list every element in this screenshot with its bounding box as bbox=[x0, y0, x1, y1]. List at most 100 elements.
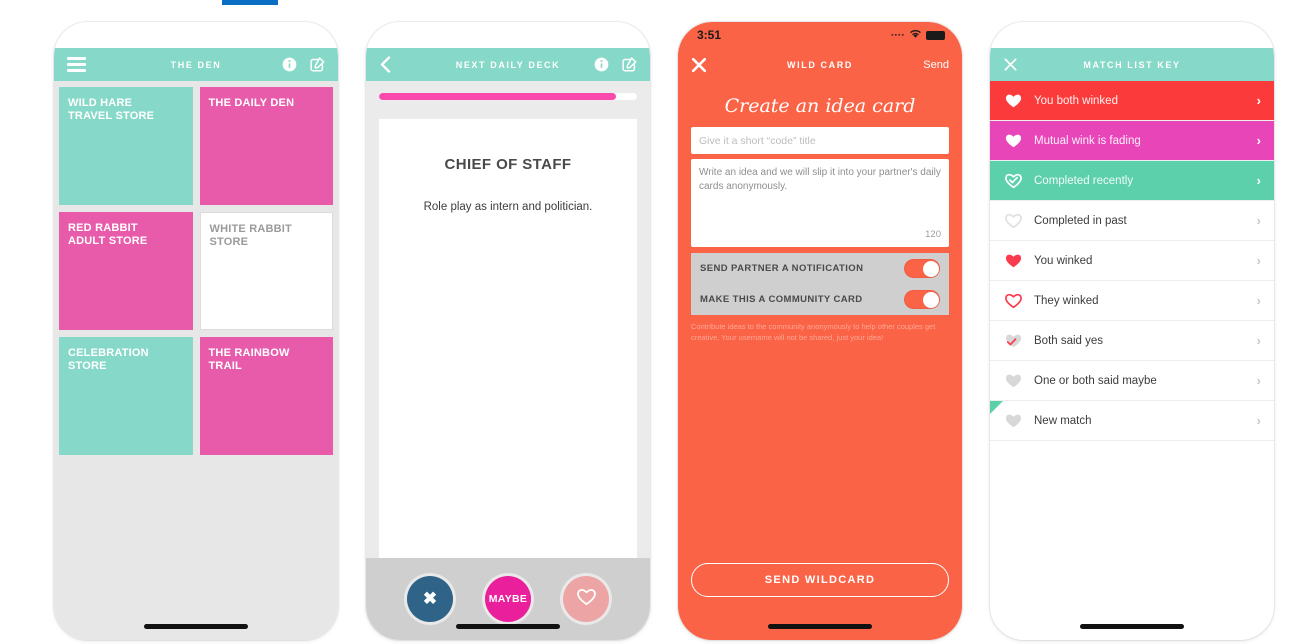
toggle-knob bbox=[922, 260, 939, 277]
idea-card-title: CHIEF OF STAFF bbox=[444, 156, 572, 173]
screen-matchkey: MATCH LIST KEY You both winked › Mutual wi… bbox=[990, 22, 1274, 640]
idea-textarea[interactable]: Write an idea and we will slip it into y… bbox=[691, 159, 949, 247]
match-key-label: New match bbox=[1034, 414, 1092, 427]
community-fineprint: Contribute ideas to the community anonym… bbox=[691, 322, 936, 342]
notification-toggle-switch[interactable] bbox=[904, 259, 940, 278]
character-counter: 120 bbox=[925, 229, 941, 241]
top-blue-indicator-bar bbox=[222, 0, 278, 5]
match-key-row[interactable]: Completed recently › bbox=[990, 161, 1274, 201]
store-tile[interactable]: THE DAILY DEN bbox=[199, 87, 333, 205]
wildcard-toggle-group: SEND PARTNER A NOTIFICATION MAKE THIS A … bbox=[691, 253, 949, 315]
chevron-right-icon[interactable]: › bbox=[1257, 413, 1261, 428]
match-key-label: Completed recently bbox=[1034, 174, 1134, 187]
store-tile[interactable]: THE RAINBOW TRAIL bbox=[199, 337, 333, 455]
yes-button[interactable] bbox=[563, 576, 609, 622]
store-tile[interactable]: RED RABBIT ADULT STORE bbox=[59, 212, 193, 330]
toggle-row-community[interactable]: MAKE THIS A COMMUNITY CARD bbox=[691, 284, 949, 315]
store-tile-label: RED RABBIT ADULT STORE bbox=[68, 222, 148, 247]
maybe-button[interactable]: MAYBE bbox=[485, 576, 531, 622]
home-indicator bbox=[1080, 624, 1184, 629]
store-tile-label: THE RAINBOW TRAIL bbox=[208, 347, 290, 372]
close-x-icon[interactable] bbox=[691, 57, 707, 73]
navbar-left-wildcard bbox=[691, 57, 707, 73]
back-chevron-icon[interactable] bbox=[379, 56, 392, 73]
store-tile-label: WHITE RABBIT STORE bbox=[209, 223, 292, 248]
match-key-label: You winked bbox=[1034, 254, 1093, 267]
status-bar-wildcard: 3:51 ▪▪▪▪ bbox=[678, 22, 962, 48]
maybe-label: MAYBE bbox=[488, 593, 528, 605]
navbar-right-wildcard: Send bbox=[923, 59, 949, 71]
heart-outline-icon bbox=[1004, 292, 1034, 309]
store-tile[interactable]: WHITE RABBIT STORE bbox=[199, 212, 333, 330]
chevron-right-icon[interactable]: › bbox=[1257, 173, 1261, 188]
chevron-right-icon[interactable]: › bbox=[1257, 93, 1261, 108]
match-key-row[interactable]: You winked › bbox=[990, 241, 1274, 281]
den-grid-body: WILD HARE TRAVEL STORE THE DAILY DEN RED… bbox=[54, 81, 338, 640]
screen-wildcard: 3:51 ▪▪▪▪ WILD CARD Send Create an idea … bbox=[678, 22, 962, 640]
store-tile-label: CELEBRATION STORE bbox=[68, 347, 149, 372]
match-key-label: Completed in past bbox=[1034, 214, 1127, 227]
chevron-right-icon[interactable]: › bbox=[1257, 133, 1261, 148]
status-bar-time: 3:51 bbox=[697, 28, 722, 42]
navbar-left-deck bbox=[379, 56, 392, 73]
heart-filled-icon bbox=[1004, 372, 1034, 389]
match-key-row[interactable]: They winked › bbox=[990, 281, 1274, 321]
send-button[interactable]: Send bbox=[923, 59, 949, 71]
idea-card[interactable]: CHIEF OF STAFF Role play as intern and p… bbox=[379, 119, 637, 558]
chevron-right-icon[interactable]: › bbox=[1257, 373, 1261, 388]
heart-outline-icon bbox=[576, 587, 597, 612]
toggle-label: MAKE THIS A COMMUNITY CARD bbox=[700, 294, 863, 305]
compose-icon[interactable] bbox=[622, 57, 637, 72]
info-icon[interactable] bbox=[594, 57, 609, 72]
navbar-den: THE DEN bbox=[54, 48, 338, 81]
signal-dots-icon: ▪▪▪▪ bbox=[891, 31, 905, 39]
wildcard-heading: Create an idea card bbox=[724, 95, 916, 117]
match-key-row[interactable]: You both winked › bbox=[990, 81, 1274, 121]
battery-icon bbox=[926, 30, 945, 40]
chevron-right-icon[interactable]: › bbox=[1257, 333, 1261, 348]
heart-filled-icon bbox=[1004, 252, 1034, 269]
match-key-label: Both said yes bbox=[1034, 334, 1104, 347]
match-key-label: They winked bbox=[1034, 294, 1099, 307]
hamburger-menu-icon[interactable] bbox=[67, 54, 86, 75]
match-key-label: You both winked bbox=[1034, 94, 1118, 107]
navbar-deck: NEXT DAILY DECK bbox=[366, 48, 650, 81]
code-title-input[interactable]: Give it a short “code” title bbox=[691, 127, 949, 154]
info-icon[interactable] bbox=[282, 57, 297, 72]
phone-mockup-den: THE DEN WILD HARE TRAVEL STORE THE DAILY… bbox=[54, 22, 338, 640]
store-tile[interactable]: WILD HARE TRAVEL STORE bbox=[59, 87, 193, 205]
chevron-right-icon[interactable]: › bbox=[1257, 253, 1261, 268]
wildcard-spacer bbox=[691, 344, 949, 563]
community-toggle-switch[interactable] bbox=[904, 290, 940, 309]
navbar-right-den bbox=[282, 57, 325, 72]
match-key-row[interactable]: Mutual wink is fading › bbox=[990, 121, 1274, 161]
toggle-knob bbox=[922, 291, 939, 308]
page-title-matchkey: MATCH LIST KEY bbox=[1083, 59, 1181, 70]
phone-mockup-deck: NEXT DAILY DECK CHIEF OF STAFF Role play… bbox=[366, 22, 650, 640]
new-match-corner-marker bbox=[990, 401, 1003, 414]
navbar-left-matchkey bbox=[1003, 57, 1018, 72]
no-button[interactable]: ✖ bbox=[407, 576, 453, 622]
page-title-wildcard: WILD CARD bbox=[787, 59, 853, 70]
chevron-right-icon[interactable]: › bbox=[1257, 213, 1261, 228]
match-key-row[interactable]: One or both said maybe › bbox=[990, 361, 1274, 401]
chevron-right-icon[interactable]: › bbox=[1257, 293, 1261, 308]
x-icon: ✖ bbox=[422, 589, 438, 608]
close-x-icon[interactable] bbox=[1003, 57, 1018, 72]
heart-outline-icon bbox=[1004, 212, 1034, 229]
send-wildcard-button[interactable]: SEND WILDCARD bbox=[691, 563, 949, 597]
match-key-row[interactable]: Completed in past › bbox=[990, 201, 1274, 241]
match-key-row[interactable]: Both said yes › bbox=[990, 321, 1274, 361]
wifi-icon bbox=[909, 28, 922, 42]
match-key-row[interactable]: New match › bbox=[990, 401, 1274, 441]
navbar-right-deck bbox=[594, 57, 637, 72]
store-tile[interactable]: CELEBRATION STORE bbox=[59, 337, 193, 455]
toggle-row-notification[interactable]: SEND PARTNER A NOTIFICATION bbox=[691, 253, 949, 284]
compose-icon[interactable] bbox=[310, 57, 325, 72]
deck-progress-wrap bbox=[366, 81, 650, 100]
match-key-list: You both winked › Mutual wink is fading › Co… bbox=[990, 81, 1274, 640]
home-indicator bbox=[768, 624, 872, 629]
phone-mockup-wildcard: 3:51 ▪▪▪▪ WILD CARD Send Create an idea … bbox=[678, 22, 962, 640]
deck-body: CHIEF OF STAFF Role play as intern and p… bbox=[366, 81, 650, 640]
match-key-label: One or both said maybe bbox=[1034, 374, 1157, 387]
